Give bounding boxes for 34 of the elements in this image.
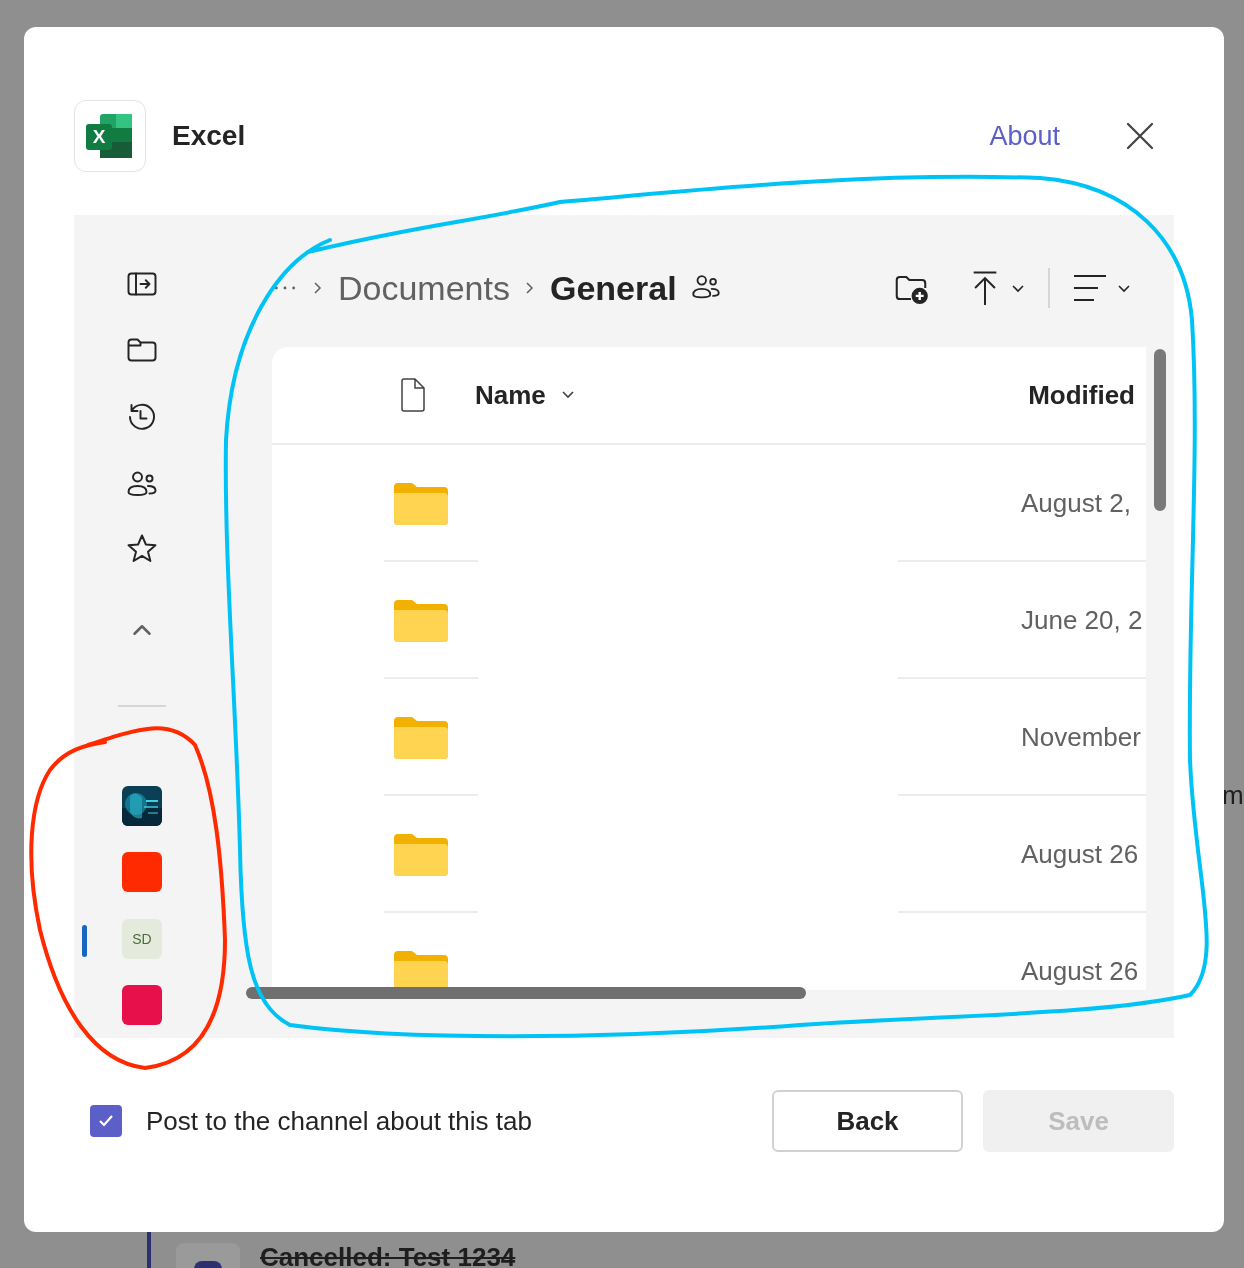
back-button[interactable]: Back <box>772 1090 963 1152</box>
app-tile[interactable] <box>122 852 162 893</box>
scrollbar[interactable] <box>246 987 806 999</box>
app-name: Excel <box>172 120 246 152</box>
file-icon <box>400 378 426 412</box>
folder-icon <box>392 482 448 525</box>
app-tile[interactable] <box>122 984 162 1025</box>
checkbox[interactable] <box>90 1105 122 1137</box>
modified-date: June 20, 2 <box>1021 605 1143 636</box>
chevron-right-icon <box>312 280 324 296</box>
breadcrumb-item[interactable]: Documents <box>338 268 510 308</box>
scrollbar[interactable] <box>1154 349 1166 511</box>
chevron-right-icon <box>523 280 536 296</box>
folder-icon <box>392 599 448 642</box>
modified-date: November <box>1021 722 1141 753</box>
app-tile[interactable] <box>122 785 162 826</box>
column-header[interactable]: Name <box>475 379 576 411</box>
folder-icon <box>392 833 448 876</box>
about-link[interactable]: About <box>989 120 1060 152</box>
folder-icon <box>392 716 448 759</box>
selection-indicator <box>82 925 87 958</box>
folder-icon <box>392 950 448 990</box>
app-tile[interactable]: SD <box>122 918 162 959</box>
breadcrumb-item: General <box>549 268 677 308</box>
column-header[interactable]: Modified <box>1028 379 1135 411</box>
event-title: Cancelled: Test 1234 <box>260 1242 516 1268</box>
modified-date: August 26 <box>1021 839 1139 870</box>
close-icon[interactable] <box>1124 120 1156 152</box>
modified-date: August 26 <box>1021 956 1139 987</box>
background-text: m <box>1222 780 1244 811</box>
excel-logo: X <box>74 100 146 172</box>
modified-date: August 2, <box>1021 488 1131 519</box>
accent-bar <box>147 1232 151 1268</box>
checkbox-label: Post to the channel about this tab <box>146 1105 532 1137</box>
